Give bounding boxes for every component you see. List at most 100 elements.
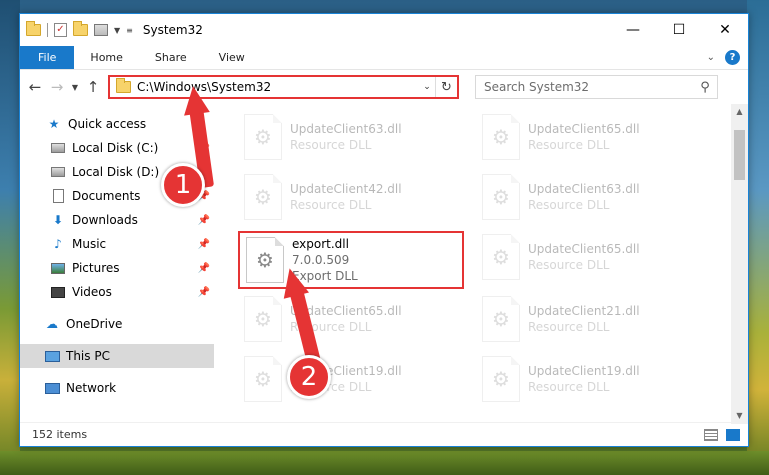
dll-file-icon: ⚙	[482, 296, 520, 342]
sidebar-item-label: Quick access	[68, 117, 147, 131]
sidebar-item-videos[interactable]: Videos 📌	[20, 280, 214, 304]
main-area: ★ Quick access Local Disk (C:) 📌 Local D…	[20, 104, 748, 424]
file-name: UpdateClient65.dll	[528, 242, 640, 256]
pin-icon[interactable]: 📌	[198, 239, 210, 250]
file-explorer-window: ✓ ▼ ≡ System32 — ☐ ✕ File Home Share Vie…	[19, 13, 749, 447]
new-folder-icon[interactable]	[73, 21, 88, 36]
pin-icon[interactable]: 📌	[198, 263, 210, 274]
status-bar: 152 items	[20, 422, 748, 446]
file-tile[interactable]: ⚙ UpdateClient19.dll Resource DLL	[238, 350, 464, 408]
sidebar-item-label: Downloads	[72, 213, 138, 227]
recent-locations-chevron-icon[interactable]: ▼	[68, 75, 82, 99]
dll-file-icon: ⚙	[482, 114, 520, 160]
callout-number-2: 2	[287, 355, 331, 399]
file-tile[interactable]: ⚙ UpdateClient65.dll Resource DLL	[238, 290, 464, 348]
pictures-icon	[51, 262, 65, 274]
search-placeholder: Search System32	[484, 80, 590, 94]
sidebar-item-onedrive[interactable]: ☁ OneDrive	[20, 312, 214, 336]
sidebar-item-network[interactable]: Network	[20, 376, 214, 400]
tab-home[interactable]: Home	[74, 46, 138, 69]
address-row: ← → ▼ ↑ C:\Windows\System32 ⌄ ↻ Search S…	[20, 70, 748, 104]
folder-icon	[26, 21, 41, 36]
up-button[interactable]: ↑	[82, 75, 104, 99]
file-tile[interactable]: ⚙ UpdateClient19.dll Resource DLL	[476, 350, 702, 408]
desktop-background-left	[0, 0, 20, 475]
refresh-button[interactable]: ↻	[435, 77, 457, 97]
file-tile[interactable]: ⚙ UpdateClient42.dll Resource DLL	[238, 168, 464, 226]
sidebar-item-this-pc[interactable]: This PC	[20, 344, 214, 368]
file-description: Resource DLL	[528, 258, 610, 272]
this-pc-icon	[44, 350, 60, 362]
file-name: export.dll	[292, 237, 349, 251]
properties-icon[interactable]	[94, 24, 108, 36]
tiles-view-icon[interactable]	[726, 428, 740, 441]
expand-ribbon-icon[interactable]: ⌄	[707, 52, 715, 63]
file-name: UpdateClient63.dll	[290, 122, 402, 136]
pin-icon[interactable]: 📌	[198, 215, 210, 226]
address-bar[interactable]: C:\Windows\System32 ⌄ ↻	[108, 75, 459, 99]
file-tile[interactable]: ⚙ UpdateClient21.dll Resource DLL	[476, 290, 702, 348]
desktop-background-bottom	[0, 451, 769, 475]
dll-file-icon: ⚙	[244, 114, 282, 160]
callout-arrowhead-1	[180, 84, 210, 116]
tab-view[interactable]: View	[203, 46, 261, 69]
file-description: Resource DLL	[528, 380, 610, 394]
forward-button[interactable]: →	[46, 75, 68, 99]
scroll-thumb[interactable]	[734, 130, 745, 180]
sidebar-item-label: Music	[72, 237, 107, 251]
sidebar-item-local-disk-c[interactable]: Local Disk (C:) 📌	[20, 136, 214, 160]
scroll-up-icon[interactable]: ▲	[731, 104, 748, 120]
search-input[interactable]: Search System32 ⚲	[475, 75, 718, 99]
close-button[interactable]: ✕	[702, 14, 748, 46]
navigation-pane: ★ Quick access Local Disk (C:) 📌 Local D…	[20, 104, 214, 424]
minimize-button[interactable]: —	[610, 14, 656, 46]
sidebar-item-music[interactable]: ♪ Music 📌	[20, 232, 214, 256]
tab-share[interactable]: Share	[139, 46, 203, 69]
dll-file-icon: ⚙	[244, 174, 282, 220]
dll-file-icon: ⚙	[482, 356, 520, 402]
file-description: Resource DLL	[528, 320, 610, 334]
dll-file-icon: ⚙	[244, 356, 282, 402]
sidebar-item-label: Videos	[72, 285, 112, 299]
address-dropdown-icon[interactable]: ⌄	[419, 82, 435, 92]
sidebar-item-quick-access[interactable]: ★ Quick access	[20, 112, 214, 136]
item-count: 152 items	[32, 428, 88, 441]
window-title: System32	[142, 23, 203, 37]
file-description: Resource DLL	[528, 198, 610, 212]
sidebar-item-pictures[interactable]: Pictures 📌	[20, 256, 214, 280]
tab-file[interactable]: File	[20, 46, 75, 69]
file-name: UpdateClient42.dll	[290, 182, 402, 196]
back-button[interactable]: ←	[24, 75, 46, 99]
maximize-button[interactable]: ☐	[656, 14, 702, 46]
chevron-down-icon[interactable]: ▼	[114, 26, 120, 35]
file-name: UpdateClient21.dll	[528, 304, 640, 318]
file-tile-export-dll[interactable]: ⚙ export.dll 7.0.0.509 Export DLL	[238, 231, 464, 289]
file-tile[interactable]: ⚙ UpdateClient63.dll Resource DLL	[476, 168, 702, 226]
properties-check-icon[interactable]: ✓	[54, 23, 67, 37]
drive-icon	[51, 167, 65, 177]
details-view-icon[interactable]	[704, 428, 718, 441]
file-tile[interactable]: ⚙ UpdateClient63.dll Resource DLL	[238, 108, 464, 166]
ribbon: File Home Share View ⌄ ?	[20, 46, 748, 70]
help-icon[interactable]: ?	[725, 50, 740, 65]
toolbar-separator	[47, 23, 48, 37]
sidebar-item-label: Local Disk (D:)	[72, 165, 160, 179]
file-tile[interactable]: ⚙ UpdateClient65.dll Resource DLL	[476, 228, 702, 286]
file-tile[interactable]: ⚙ UpdateClient65.dll Resource DLL	[476, 108, 702, 166]
file-description: Resource DLL	[290, 138, 372, 152]
file-description: Resource DLL	[528, 138, 610, 152]
pin-icon[interactable]: 📌	[198, 287, 210, 298]
sidebar-item-downloads[interactable]: ⬇ Downloads 📌	[20, 208, 214, 232]
title-bar: ✓ ▼ ≡ System32 — ☐ ✕	[20, 14, 748, 46]
dll-file-icon: ⚙	[482, 234, 520, 280]
quick-access-toolbar: ✓ ▼ ≡	[20, 14, 133, 46]
network-icon	[44, 382, 60, 394]
vertical-scrollbar[interactable]: ▲ ▼	[731, 104, 748, 424]
desktop-background-right	[747, 0, 769, 475]
search-icon[interactable]: ⚲	[693, 80, 717, 95]
file-name: UpdateClient65.dll	[528, 122, 640, 136]
file-name: UpdateClient19.dll	[528, 364, 640, 378]
downloads-icon: ⬇	[52, 213, 64, 227]
sidebar-item-label: Documents	[72, 189, 141, 203]
customize-toolbar-icon[interactable]: ≡	[126, 26, 133, 35]
